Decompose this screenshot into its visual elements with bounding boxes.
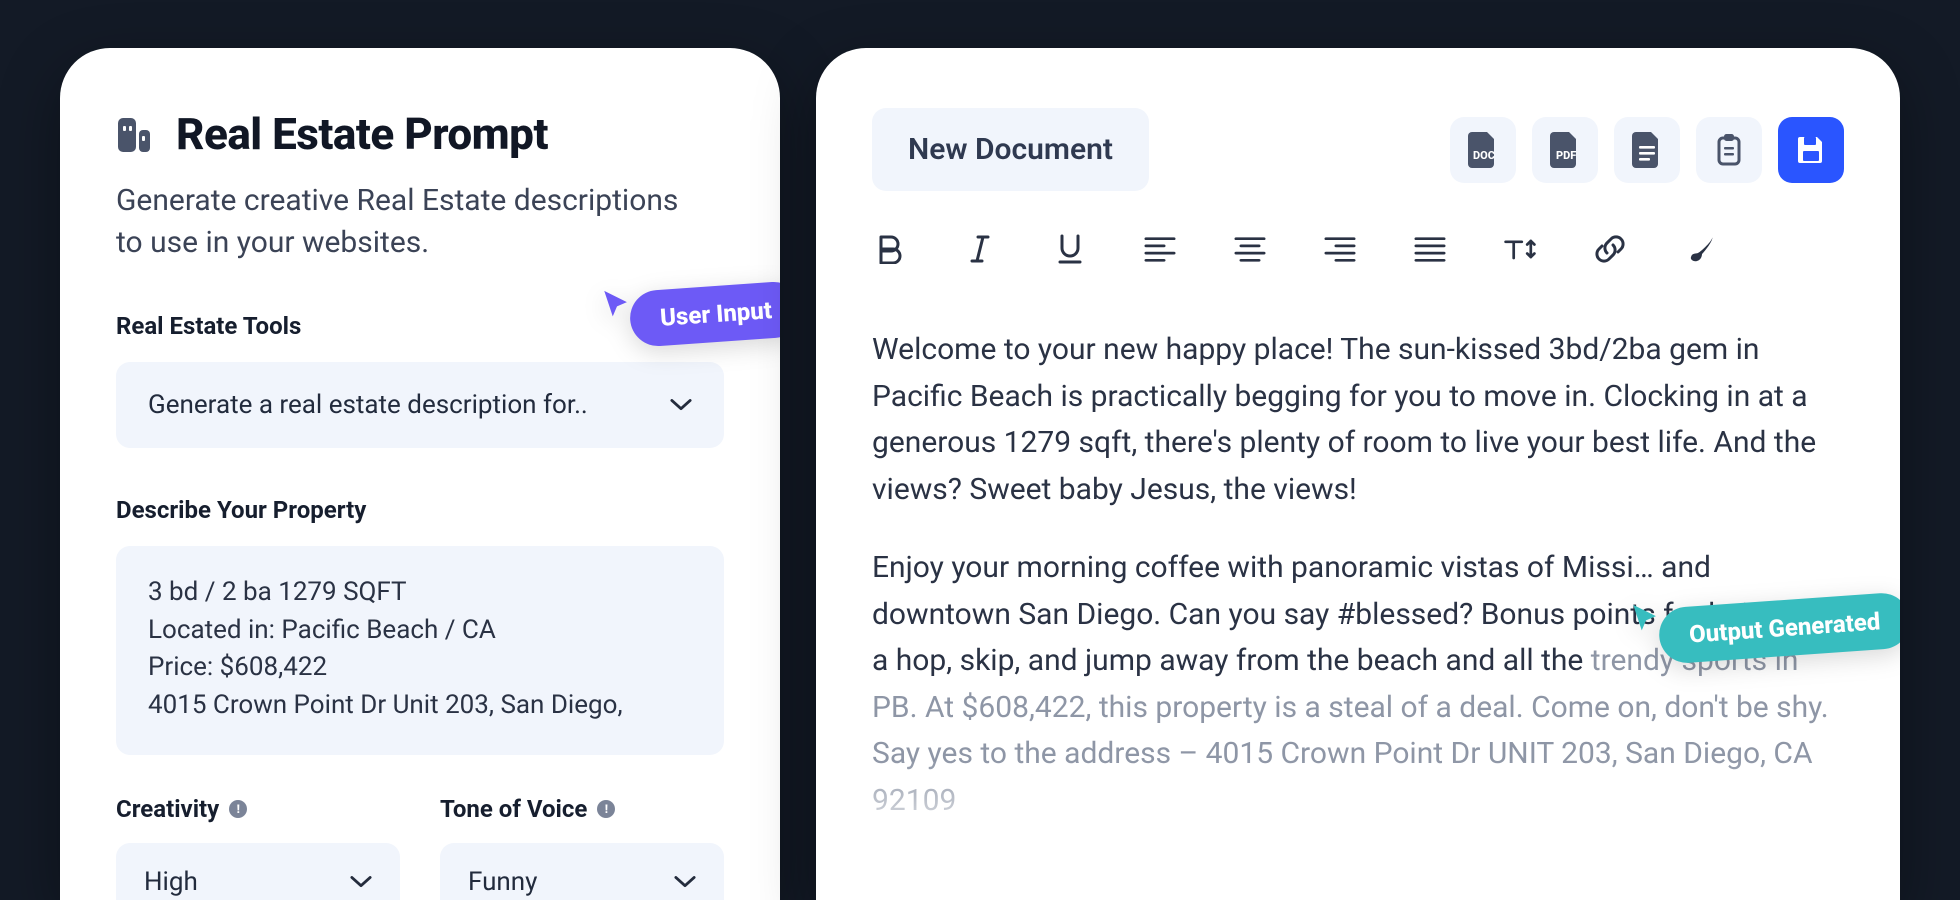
creativity-value: High [144,867,198,897]
prompt-panel: Real Estate Prompt Generate creative Rea… [60,48,780,900]
italic-button[interactable] [962,231,998,267]
property-textarea[interactable]: 3 bd / 2 ba 1279 SQFT Located in: Pacifi… [116,546,724,755]
editor-toolbar [872,231,1844,267]
copy-button[interactable] [1696,117,1762,183]
document-title[interactable]: New Document [872,108,1149,191]
info-icon[interactable]: ! [229,800,247,818]
export-actions: DOC PDF [1450,117,1844,183]
file-pdf-icon: PDF [1550,132,1580,168]
panel-title: Real Estate Prompt [176,108,548,160]
generated-text[interactable]: Welcome to your new happy place! The sun… [872,327,1844,824]
align-center-button[interactable] [1232,231,1268,267]
chevron-down-icon [350,871,372,893]
save-button[interactable] [1778,117,1844,183]
align-right-button[interactable] [1322,231,1358,267]
describe-label: Describe Your Property [116,496,724,524]
tone-label: Tone of Voice [440,795,587,823]
chevron-down-icon [670,394,692,416]
bold-button[interactable] [872,231,908,267]
text-size-button[interactable] [1502,231,1538,267]
creativity-select[interactable]: High [116,843,400,900]
generated-para-1: Welcome to your new happy place! The sun… [872,327,1844,513]
save-icon [1795,134,1827,166]
align-justify-button[interactable] [1412,231,1448,267]
tools-select[interactable]: Generate a real estate description for.. [116,362,724,448]
chevron-down-icon [674,871,696,893]
editor-panel: New Document DOC PDF [816,48,1900,900]
generated-para-2: Enjoy your morning coffee with panoramic… [872,545,1844,824]
panel-subtitle: Generate creative Real Estate descriptio… [116,180,696,264]
export-pdf-button[interactable]: PDF [1532,117,1598,183]
file-doc-icon: DOC [1468,132,1498,168]
tone-select[interactable]: Funny [440,843,724,900]
file-text-icon [1632,132,1662,168]
export-doc-button[interactable]: DOC [1450,117,1516,183]
export-text-button[interactable] [1614,117,1680,183]
align-left-button[interactable] [1142,231,1178,267]
buildings-icon [116,114,158,154]
brush-button[interactable] [1682,231,1718,267]
underline-button[interactable] [1052,231,1088,267]
creativity-label: Creativity [116,795,219,823]
tools-label: Real Estate Tools [116,312,724,340]
link-button[interactable] [1592,231,1628,267]
tools-select-value: Generate a real estate description for.. [148,390,588,420]
info-icon[interactable]: ! [597,800,615,818]
tone-value: Funny [468,867,537,897]
clipboard-icon [1713,133,1745,167]
